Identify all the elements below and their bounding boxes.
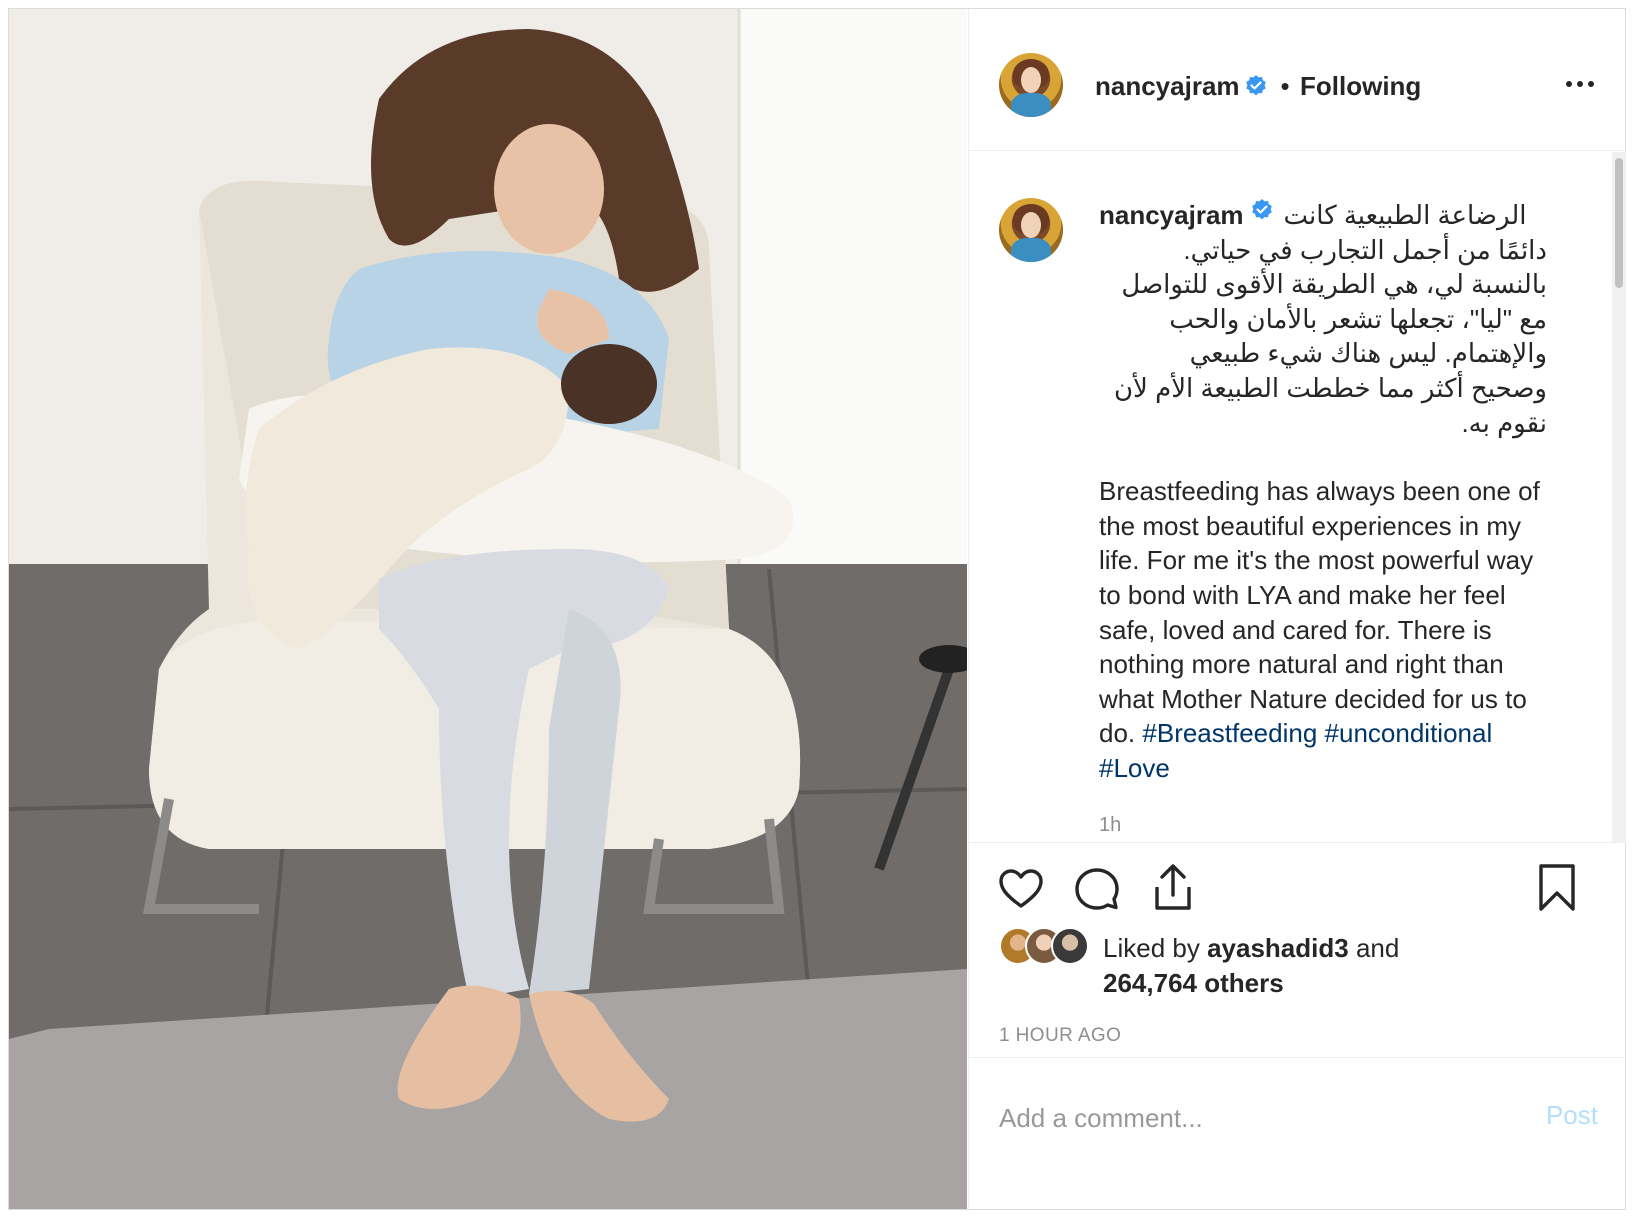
following-button[interactable]: Following [1300,71,1421,101]
comment-bubble-icon [1075,868,1119,910]
hashtag-link[interactable]: #Breastfeeding [1142,718,1317,748]
scrollbar-thumb[interactable] [1615,158,1623,288]
caption-arabic-line: دائمًا من أجمل التجارب في حياتي. [1183,234,1547,265]
caption-english: Breastfeeding has always been one of the… [1099,474,1549,785]
caption-arabic-line: نقوم به. [1461,407,1547,438]
post-actions: Liked by ayashadid3 and 264,764 others 1… [969,842,1626,1067]
post-header: nancyajram • Following [969,9,1626,151]
heart-icon [999,869,1043,908]
caption-arabic-line: وصحيح أكثر مما خططت الطبيعة الأم لأن [1113,372,1547,403]
caption-username[interactable]: nancyajram [1099,198,1244,233]
caption-scroll-area[interactable]: nancyajram الرضاعة الطبيعية كانت دائمًا … [969,152,1626,842]
liker-username[interactable]: ayashadid3 [1207,933,1349,963]
more-options-icon[interactable] [1560,69,1600,99]
likes-count[interactable]: 264,764 others [1103,968,1284,998]
share-icon [1155,864,1191,910]
photo-illustration [9,9,967,1209]
verified-badge-icon [1246,75,1266,96]
share-button[interactable] [1149,863,1197,918]
caption-arabic-line: الرضاعة الطبيعية كانت [1283,200,1527,230]
caption-timestamp[interactable]: 1h [1099,808,1559,843]
save-button[interactable] [1537,863,1577,918]
like-button[interactable] [997,865,1045,918]
header-name-row: nancyajram • Following [1095,71,1421,102]
liked-by-text: Liked by ayashadid3 and 264,764 others [1103,933,1400,998]
instagram-post: nancyajram • Following nancyajram الرضاع… [8,8,1626,1210]
comment-box: Post [969,1057,1626,1209]
caption-english-text: Breastfeeding has always been one of the… [1099,476,1540,749]
liker-avatar[interactable] [1051,927,1089,965]
post-caption: nancyajram الرضاعة الطبيعية كانت دائمًا … [1099,198,1559,842]
caption-arabic-line: مع "ليا"، تجعلها تشعر بالأمان والحب [1169,303,1547,334]
post-comment-button[interactable]: Post [1546,1100,1598,1131]
post-side-panel: nancyajram • Following nancyajram الرضاع… [968,9,1626,1209]
caption-arabic-line: بالنسبة لي، هي الطريقة الأقوى للتواصل [1121,269,1547,300]
hashtag-link[interactable]: #Love [1099,753,1170,783]
comment-input[interactable] [999,1098,1519,1138]
comment-button[interactable] [1073,865,1121,918]
verified-badge-icon [1251,199,1272,220]
caption-arabic-line: والإهتمام. ليس هناك شيء طبيعي [1189,338,1547,369]
caption-author-avatar[interactable] [999,198,1063,262]
author-avatar[interactable] [999,53,1063,117]
caption-arabic: nancyajram الرضاعة الطبيعية كانت دائمًا … [1099,198,1547,440]
caption-scrollbar[interactable] [1612,152,1626,842]
bookmark-icon [1539,864,1575,911]
post-photo[interactable] [9,9,967,1209]
author-username[interactable]: nancyajram [1095,71,1240,101]
hashtag-link[interactable]: #unconditional [1325,718,1493,748]
caption-first-line: nancyajram الرضاعة الطبيعية كانت [1099,198,1547,233]
separator-dot: • [1280,71,1290,101]
post-time-ago[interactable]: 1 HOUR AGO [999,1025,1121,1047]
